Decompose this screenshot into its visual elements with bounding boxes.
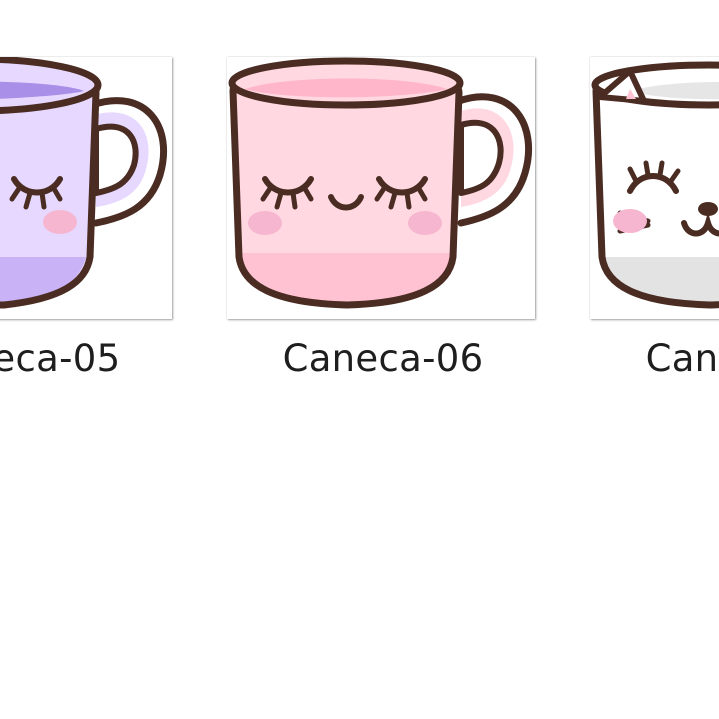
lavender-mug-thumbnail-icon [0, 57, 168, 309]
file-item-caneca-05[interactable]: Caneca-05 [0, 57, 174, 387]
file-explorer-content-area: Caneca-05 [0, 0, 719, 719]
pink-mug-thumbnail-icon [228, 57, 533, 309]
file-thumbnail [0, 57, 172, 319]
file-name-label: Caneca-07 [645, 337, 719, 380]
file-item-caneca-06[interactable]: Caneca-06 [227, 57, 539, 387]
file-name-label: Caneca-06 [282, 337, 484, 380]
file-name-label: Caneca-05 [0, 337, 121, 380]
file-item-caneca-07[interactable]: Caneca-07 [590, 57, 719, 387]
cat-mug-thumbnail-icon [591, 61, 719, 309]
file-thumbnail [590, 57, 719, 319]
file-thumbnail [227, 57, 535, 319]
